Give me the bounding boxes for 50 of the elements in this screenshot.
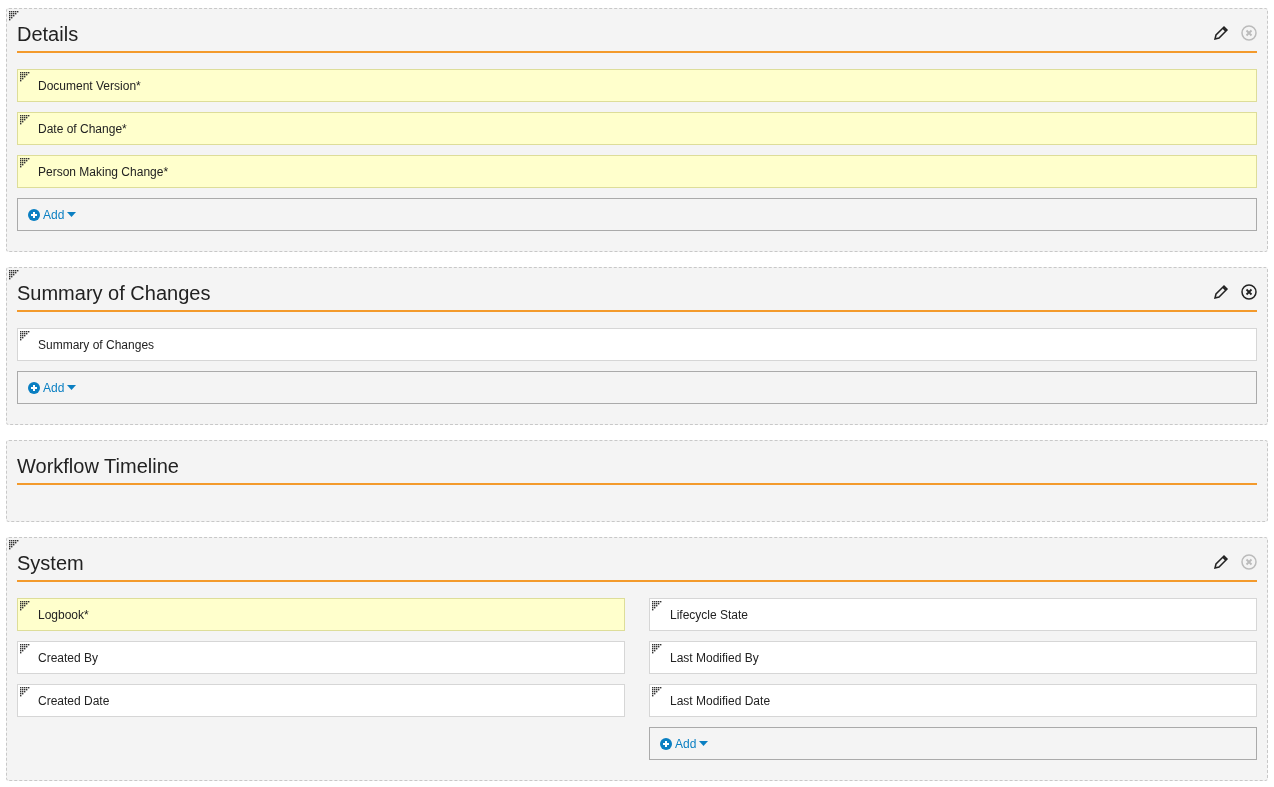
drag-handle-icon[interactable] bbox=[9, 270, 19, 280]
field-label: Last Modified Date bbox=[670, 692, 771, 710]
section-title: Details bbox=[17, 22, 80, 47]
field-row[interactable]: Logbook* bbox=[17, 598, 625, 631]
pencil-icon[interactable] bbox=[1213, 284, 1229, 300]
section-title: System bbox=[17, 551, 85, 576]
field-row[interactable]: Created By bbox=[17, 641, 625, 674]
field-label: Date of Change* bbox=[38, 120, 127, 138]
add-button[interactable]: Add bbox=[28, 378, 77, 397]
add-button[interactable]: Add bbox=[28, 205, 77, 224]
field-label: Last Modified By bbox=[670, 649, 759, 667]
plus-circle-icon bbox=[28, 208, 40, 221]
section-title: Workflow Timeline bbox=[17, 454, 180, 479]
pencil-icon[interactable] bbox=[1213, 554, 1229, 570]
drag-handle-icon[interactable] bbox=[20, 115, 30, 125]
add-button[interactable]: Add bbox=[660, 734, 709, 753]
plus-circle-icon bbox=[28, 381, 40, 394]
field-row[interactable]: Last Modified Date bbox=[649, 684, 1257, 717]
field-label: Person Making Change* bbox=[38, 163, 169, 181]
caret-icon bbox=[67, 385, 77, 390]
drag-handle-icon[interactable] bbox=[20, 331, 30, 341]
drag-handle-icon[interactable] bbox=[20, 158, 30, 168]
drag-handle-icon[interactable] bbox=[652, 687, 662, 697]
drag-handle-icon[interactable] bbox=[20, 644, 30, 654]
field-row[interactable]: Summary of Changes bbox=[17, 328, 1257, 361]
field-row[interactable]: Date of Change* bbox=[17, 112, 1257, 145]
drag-handle-icon[interactable] bbox=[20, 601, 30, 611]
drag-handle-icon[interactable] bbox=[20, 687, 30, 697]
field-label: Created Date bbox=[38, 692, 110, 710]
field-row[interactable]: Document Version* bbox=[17, 69, 1257, 102]
field-label: Document Version* bbox=[38, 77, 141, 95]
field-row[interactable]: Created Date bbox=[17, 684, 625, 717]
caret-icon bbox=[67, 212, 77, 217]
drag-handle-icon[interactable] bbox=[9, 540, 19, 550]
plus-circle-icon bbox=[660, 737, 672, 750]
field-row[interactable]: Last Modified By bbox=[649, 641, 1257, 674]
section-title: Summary of Changes bbox=[17, 281, 212, 306]
drag-handle-icon[interactable] bbox=[652, 601, 662, 611]
drag-handle-icon[interactable] bbox=[20, 72, 30, 82]
field-label: Summary of Changes bbox=[38, 336, 155, 354]
close-icon[interactable] bbox=[1241, 284, 1257, 300]
drag-handle-icon[interactable] bbox=[9, 11, 19, 21]
pencil-icon[interactable] bbox=[1213, 25, 1229, 41]
caret-icon bbox=[699, 741, 709, 746]
field-label: Created By bbox=[38, 649, 99, 667]
field-row[interactable]: Lifecycle State bbox=[649, 598, 1257, 631]
field-label: Lifecycle State bbox=[670, 606, 749, 624]
field-label: Logbook* bbox=[38, 606, 89, 624]
field-row[interactable]: Person Making Change* bbox=[17, 155, 1257, 188]
drag-handle-icon[interactable] bbox=[652, 644, 662, 654]
